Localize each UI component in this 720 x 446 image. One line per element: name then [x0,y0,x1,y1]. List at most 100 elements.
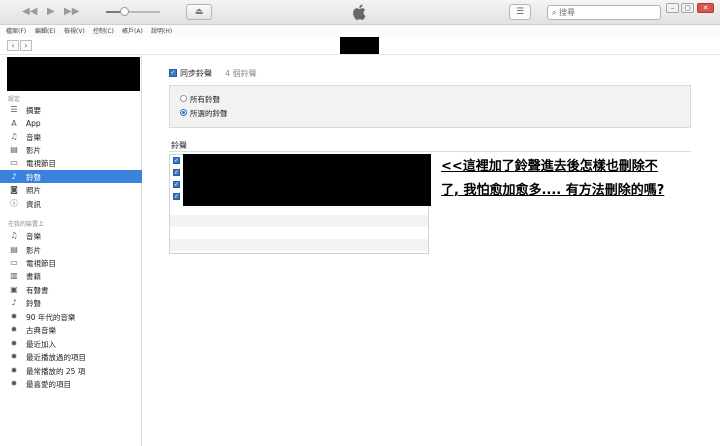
sidebar-item-label: 音樂 [26,133,41,142]
tone-checkbox[interactable]: ✓ [173,193,180,200]
airplay-icon: ⏏ [194,7,204,17]
itunes-window: ◀◀ ▶ ▶▶ ⏏ ☰ ⌕ – ▢ ✕ 檔案(F) 編輯(E) 檢視(V) 控制… [0,0,720,446]
sidebar-item-label: 90 年代的音樂 [26,313,76,322]
sidebar-item-device-audiobooks[interactable]: ▣ 有聲書 [0,283,142,296]
film-icon: ▤ [10,245,18,254]
sidebar-item-playlist-90s[interactable]: ✹ 90 年代的音樂 [0,310,142,323]
sidebar-item-tones[interactable]: ♪ 鈴聲 [0,170,142,183]
sidebar-item-tv-shows[interactable]: ▭ 電視節目 [0,156,142,169]
chevron-left-icon: ‹ [11,41,15,50]
sidebar-item-info[interactable]: ⓘ 資訊 [0,197,142,210]
sidebar-item-label: 鈴聲 [26,299,41,308]
audiobook-icon: ▣ [10,285,18,294]
tone-checkbox[interactable]: ✓ [173,169,180,176]
menu-edit[interactable]: 編輯(E) [35,26,55,35]
device-name-redacted [340,37,379,54]
sidebar: 設定 ☰ 摘要 A App ♫ 音樂 ▤ 影片 ▭ 電視節目 ♪ 鈴聲 ◙ 照片 [0,55,142,446]
book-icon: ▥ [10,271,18,280]
annotation-line: 了, 我怕愈加愈多.... 有方法刪除的嗎? [441,183,665,198]
list-view-button[interactable]: ☰ [509,4,531,20]
menu-controls[interactable]: 控制(C) [93,26,114,35]
radio-label: 所選的鈴聲 [190,109,228,118]
forward-button[interactable]: › [20,40,32,51]
sidebar-item-photos[interactable]: ◙ 照片 [0,183,142,196]
sidebar-item-label: 資訊 [26,200,41,209]
sidebar-item-movies[interactable]: ▤ 影片 [0,143,142,156]
sidebar-item-label: 古典音樂 [26,326,56,335]
menu-view[interactable]: 檢視(V) [64,26,85,35]
gear-icon: ✹ [10,312,18,321]
annotation-line: <<這裡加了鈴聲進去後怎樣也刪除不 [441,159,658,174]
film-icon: ▤ [10,145,18,154]
back-button[interactable]: ‹ [7,40,19,51]
sync-options-box: 所有鈴聲 所選的鈴聲 [169,85,691,128]
search-field[interactable]: ⌕ [547,5,661,20]
sidebar-item-label: 影片 [26,246,41,255]
volume-slider[interactable] [106,7,160,16]
tone-checkbox[interactable]: ✓ [173,181,180,188]
sidebar-item-label: 電視節目 [26,159,56,168]
app-icon: A [11,119,17,128]
next-track-icon[interactable]: ▶▶ [64,6,79,17]
navigation-row: ‹ › [0,37,720,55]
sidebar-item-label: 鈴聲 [26,173,41,182]
section-heading-on-my-device: 在我的裝置上 [8,221,45,228]
tone-names-redacted [183,154,431,206]
section-heading-settings: 設定 [8,96,21,103]
sidebar-item-label: 書籍 [26,272,41,281]
device-info-redacted [7,57,140,91]
radio-label: 所有鈴聲 [190,95,220,104]
sidebar-item-music[interactable]: ♫ 音樂 [0,130,142,143]
tone-count: 4 個鈴聲 [225,69,257,78]
search-input[interactable] [559,8,648,17]
list-icon: ☰ [515,7,525,17]
sidebar-item-playlist-classical[interactable]: ✹ 古典音樂 [0,323,142,336]
user-annotation: <<這裡加了鈴聲進去後怎樣也刪除不 了, 我怕愈加愈多.... 有方法刪除的嗎? [441,155,716,203]
tone-checkbox[interactable]: ✓ [173,157,180,164]
play-icon[interactable]: ▶ [47,6,55,17]
sidebar-item-label: 最近加入 [26,340,56,349]
sidebar-item-label: 摘要 [26,106,41,115]
gear-icon: ✹ [10,325,18,334]
radio-button[interactable] [180,95,187,102]
sidebar-item-label: 音樂 [26,232,41,241]
empty-row [170,215,428,227]
bell-icon: ♪ [11,298,17,307]
close-button[interactable]: ✕ [697,3,714,13]
sidebar-item-label: 照片 [26,186,41,195]
music-note-icon: ♫ [10,132,18,141]
sidebar-item-label: 最近播放過的項目 [26,353,86,362]
summary-icon: ☰ [10,105,18,114]
previous-track-icon[interactable]: ◀◀ [22,6,37,17]
sidebar-item-playlist-recently-played[interactable]: ✹ 最近播放過的項目 [0,350,142,363]
menu-account[interactable]: 帳戶(A) [122,26,143,35]
sync-tones-checkbox[interactable]: ✓ [169,69,177,77]
sidebar-item-device-tones[interactable]: ♪ 鈴聲 [0,296,142,309]
gear-icon: ✹ [10,339,18,348]
sidebar-item-label: 有聲書 [26,286,49,295]
radio-button-selected[interactable] [180,109,187,116]
sidebar-item-summary[interactable]: ☰ 摘要 [0,103,142,116]
sync-tones-label: 同步鈴聲 [180,69,212,78]
airplay-button[interactable]: ⏏ [186,4,212,20]
bell-icon: ♪ [11,172,17,181]
menu-file[interactable]: 檔案(F) [6,26,26,35]
tv-icon: ▭ [10,258,18,267]
sidebar-item-playlist-recently-added[interactable]: ✹ 最近加入 [0,337,142,350]
sidebar-item-playlist-favorites[interactable]: ✹ 最喜愛的項目 [0,377,142,390]
apple-logo-icon [353,4,366,20]
main-content: ✓ 同步鈴聲 4 個鈴聲 所有鈴聲 所選的鈴聲 鈴聲 ✓ ✓ ✓ ✓ <<這裡加… [143,55,720,446]
sidebar-item-device-music[interactable]: ♫ 音樂 [0,229,142,242]
volume-knob[interactable] [120,7,129,16]
sidebar-item-label: App [26,119,41,128]
sidebar-item-device-movies[interactable]: ▤ 影片 [0,243,142,256]
sidebar-item-device-books[interactable]: ▥ 書籍 [0,269,142,282]
minimize-button[interactable]: – [666,3,679,13]
sidebar-item-device-tv-shows[interactable]: ▭ 電視節目 [0,256,142,269]
menu-help[interactable]: 說明(H) [151,26,172,35]
title-bar: ◀◀ ▶ ▶▶ ⏏ ☰ ⌕ – ▢ ✕ [0,0,720,25]
sidebar-item-app[interactable]: A App [0,117,142,130]
sidebar-item-label: 電視節目 [26,259,56,268]
sidebar-item-playlist-top-25[interactable]: ✹ 最常播放的 25 項 [0,364,142,377]
maximize-button[interactable]: ▢ [681,3,694,13]
